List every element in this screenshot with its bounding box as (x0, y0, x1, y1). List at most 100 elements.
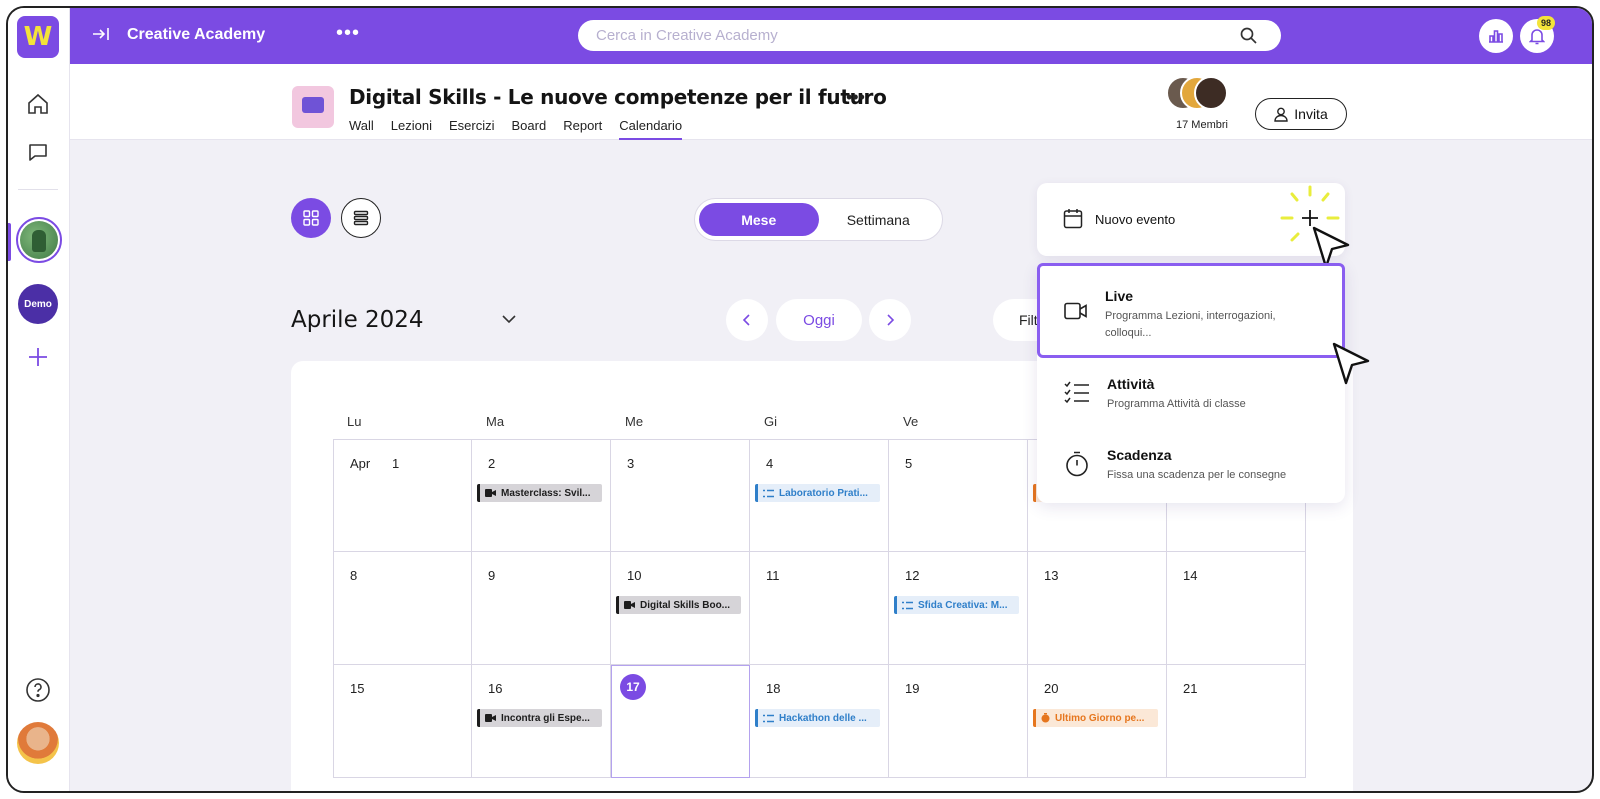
toggle-mese[interactable]: Mese (699, 203, 819, 236)
calendar-day-cell[interactable]: 14 (1167, 552, 1306, 665)
today-button[interactable]: Oggi (776, 299, 862, 341)
calendar-day-cell[interactable]: 20 Ultimo Giorno pe... (1028, 665, 1167, 778)
calendar-event-live[interactable]: Digital Skills Boo... (616, 596, 741, 614)
menu-item-live-title: Live (1105, 288, 1134, 304)
tab-board[interactable]: Board (512, 118, 547, 140)
workspace-title[interactable]: Creative Academy (127, 26, 265, 44)
menu-item-live[interactable]: Live Programma Lezioni, interrogazioni, … (1037, 263, 1345, 358)
calendar-day-cell[interactable]: 18 Hackathon delle ... (750, 665, 889, 778)
calendar-event-label: Ultimo Giorno pe... (1055, 712, 1145, 724)
tab-report[interactable]: Report (563, 118, 602, 140)
calendar-day-cell[interactable]: 4 Laboratorio Prati... (750, 439, 889, 552)
stats-button[interactable] (1479, 19, 1513, 53)
calendar-day-cell[interactable]: 21 (1167, 665, 1306, 778)
day-number: 2 (488, 456, 496, 471)
menu-item-scadenza[interactable]: Scadenza Fissa una scadenza per le conse… (1037, 435, 1345, 503)
day-number: 4 (766, 456, 774, 471)
calendar-event-label: Laboratorio Prati... (779, 487, 868, 499)
calendar-day-cell[interactable]: 12 Sfida Creativa: M... (889, 552, 1028, 665)
day-number: 18 (766, 681, 781, 696)
space-demo[interactable]: Demo (18, 284, 58, 324)
calendar-day-cell[interactable]: Apr 1 (333, 439, 472, 552)
menu-item-live-description: Programma Lezioni, interrogazioni, collo… (1105, 310, 1276, 339)
invite-button[interactable]: Invita (1255, 98, 1347, 130)
user-avatar[interactable] (17, 722, 59, 764)
course-more-icon[interactable]: ••• (846, 87, 865, 108)
calendar-event-task[interactable]: Hackathon delle ... (755, 709, 880, 727)
checklist-icon (1064, 381, 1089, 404)
left-sidebar: W Demo (8, 8, 70, 791)
help-icon[interactable] (22, 674, 54, 706)
calendar-day-cell[interactable]: 13 (1028, 552, 1167, 665)
view-mode-toggle: Mese Settimana (694, 198, 943, 241)
day-number: 10 (627, 568, 642, 583)
calendar-day-cell[interactable]: 2 Masterclass: Svil... (472, 439, 611, 552)
app-window: W Demo Creative Academy ••• 98 (6, 6, 1594, 793)
tab-calendario[interactable]: Calendario (619, 118, 683, 140)
next-month-button[interactable] (869, 299, 911, 341)
calendar-day-cell[interactable]: 16 Incontra gli Espe... (472, 665, 611, 778)
calendar-event-label: Hackathon delle ... (779, 712, 867, 724)
calendar-day-cell[interactable]: 9 (472, 552, 611, 665)
weekday-label: Lu (347, 414, 362, 429)
menu-item-attivita[interactable]: Attività Programma Attività di classe (1037, 363, 1345, 433)
sidebar-divider (18, 189, 58, 190)
calendar-day-cell[interactable]: 15 (333, 665, 472, 778)
calendar-event-label: Masterclass: Svil... (501, 487, 591, 499)
previous-month-button[interactable] (726, 299, 768, 341)
calendar-event-task[interactable]: Sfida Creativa: M... (894, 596, 1019, 614)
add-space-icon[interactable] (22, 341, 54, 373)
collapse-sidebar-icon[interactable] (92, 26, 110, 47)
chevron-down-icon[interactable] (501, 311, 517, 329)
chat-icon[interactable] (22, 136, 54, 168)
day-number: 19 (905, 681, 920, 696)
calendar-day-cell[interactable]: 17 (611, 665, 750, 778)
weekday-label: Ma (486, 414, 505, 429)
day-number: 15 (350, 681, 365, 696)
members-count: 17 Membri (1176, 119, 1228, 131)
calendar-day-cell[interactable]: 3 (611, 439, 750, 552)
calendar-day-cell[interactable]: 8 (333, 552, 472, 665)
home-icon[interactable] (22, 88, 54, 120)
calendar-event-task[interactable]: Laboratorio Prati... (755, 484, 880, 502)
month-abbrev: Apr (350, 456, 371, 471)
new-event-menu: Live Programma Lezioni, interrogazioni, … (1037, 263, 1345, 503)
day-number: 13 (1044, 568, 1059, 583)
calendar-day-cell[interactable]: 5 (889, 439, 1028, 552)
search-icon[interactable] (1240, 27, 1257, 49)
chevron-right-icon (887, 314, 895, 326)
calendar-event-deadline[interactable]: Ultimo Giorno pe... (1033, 709, 1158, 727)
grid-view-button[interactable] (291, 198, 331, 238)
calendar-day-cell[interactable]: 11 (750, 552, 889, 665)
more-options-icon[interactable]: ••• (336, 22, 360, 45)
day-number: 12 (905, 568, 920, 583)
chevron-left-icon (742, 314, 750, 326)
list-view-button[interactable] (341, 198, 381, 238)
bell-icon (1529, 28, 1545, 44)
user-icon (1274, 107, 1288, 122)
tab-esercizi[interactable]: Esercizi (449, 118, 495, 140)
course-title: Digital Skills - Le nuove competenze per… (349, 85, 887, 109)
calendar-icon (1063, 209, 1083, 229)
app-logo[interactable]: W (17, 16, 59, 58)
day-number: 14 (1183, 568, 1198, 583)
tab-lezioni[interactable]: Lezioni (391, 118, 432, 140)
calendar-day-cell[interactable]: 10 Digital Skills Boo... (611, 552, 750, 665)
members-group[interactable]: 17 Membri (1166, 76, 1242, 136)
calendar-event-label: Digital Skills Boo... (640, 599, 731, 611)
new-event-label: Nuovo evento (1095, 212, 1176, 227)
mouse-cursor-icon (1332, 342, 1370, 385)
menu-item-attivita-description: Programma Attività di classe (1107, 398, 1246, 410)
tab-wall[interactable]: Wall (349, 118, 374, 140)
calendar-event-label: Incontra gli Espe... (501, 712, 590, 724)
toggle-settimana[interactable]: Settimana (819, 203, 939, 236)
calendar-event-live[interactable]: Incontra gli Espe... (477, 709, 602, 727)
weekday-label: Gi (764, 414, 777, 429)
search-input[interactable] (578, 20, 1281, 51)
space-avatar-creative-academy[interactable] (16, 217, 62, 263)
weekday-label: Me (625, 414, 644, 429)
menu-item-scadenza-title: Scadenza (1107, 447, 1172, 463)
calendar-day-cell[interactable]: 19 (889, 665, 1028, 778)
day-number: 1 (392, 456, 400, 471)
calendar-event-live[interactable]: Masterclass: Svil... (477, 484, 602, 502)
